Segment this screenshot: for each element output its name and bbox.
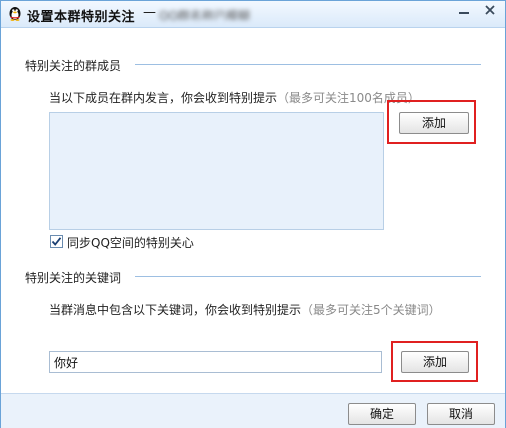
dialog-window: 设置本群特别关注 — QQ群名称已模糊 特别关注的群成员 当以下成员在群内发言，… — [0, 0, 506, 428]
ok-button[interactable]: 确定 — [348, 403, 416, 425]
members-hint-main: 当以下成员在群内发言，你会收到特别提示 — [49, 91, 278, 105]
add-keyword-button[interactable]: 添加 — [401, 351, 469, 373]
sync-qzone-checkbox[interactable] — [50, 235, 63, 248]
minimize-icon — [459, 12, 469, 14]
qq-penguin-icon — [7, 5, 23, 21]
keywords-hint: 当群消息中包含以下关键词，你会收到特别提示（最多可关注5个关键词） — [49, 301, 441, 318]
add-member-button[interactable]: 添加 — [399, 112, 469, 134]
title-bar[interactable]: 设置本群特别关注 — QQ群名称已模糊 — [1, 1, 505, 28]
members-section-heading: 特别关注的群成员 — [25, 59, 122, 73]
keywords-section-heading: 特别关注的关键词 — [25, 271, 122, 285]
checkmark-icon — [51, 237, 62, 246]
minimize-button[interactable] — [453, 2, 475, 20]
title-separator: — — [143, 5, 156, 20]
keyword-input[interactable] — [49, 351, 382, 373]
sync-qzone-label: 同步QQ空间的特别关心 — [67, 236, 194, 250]
members-hint: 当以下成员在群内发言，你会收到特别提示（最多可关注100名成员） — [49, 89, 420, 106]
window-title: 设置本群特别关注 — [27, 10, 136, 25]
members-section-divider — [135, 64, 481, 65]
keywords-hint-note: （最多可关注5个关键词） — [301, 303, 441, 317]
cancel-button[interactable]: 取消 — [427, 403, 495, 425]
keywords-section-divider — [135, 276, 481, 277]
close-icon — [485, 5, 495, 15]
group-name-blurred: QQ群名称已模糊 — [159, 9, 250, 20]
member-list[interactable] — [49, 112, 384, 230]
dialog-footer: 确定 取消 — [1, 393, 505, 428]
close-button[interactable] — [479, 2, 501, 20]
keywords-hint-main: 当群消息中包含以下关键词，你会收到特别提示 — [49, 303, 302, 317]
